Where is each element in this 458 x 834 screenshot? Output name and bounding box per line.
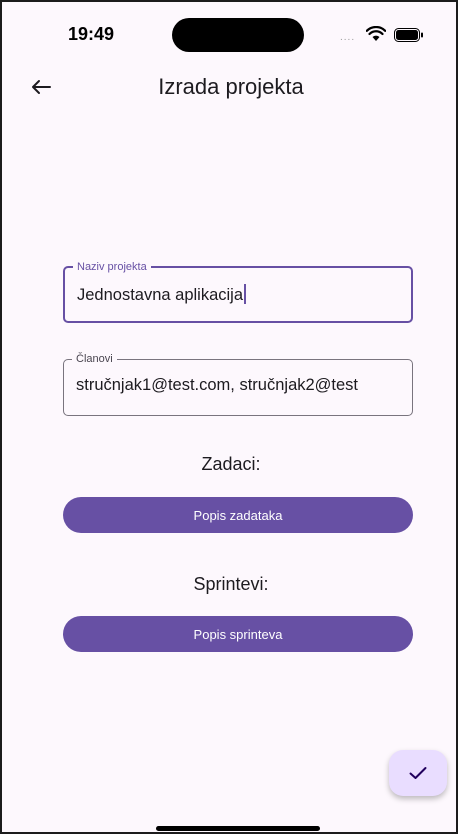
project-name-label: Naziv projekta [73, 260, 151, 274]
members-field[interactable]: Članovi stručnjak1@test.com, stručnjak2@… [63, 352, 413, 416]
status-time: 19:49 [68, 24, 115, 44]
confirm-fab[interactable] [389, 750, 447, 796]
project-name-field[interactable]: Naziv projekta Jednostavna aplikacija [63, 260, 413, 323]
text-cursor [244, 284, 247, 304]
tasks-heading: Zadaci: [201, 454, 261, 474]
page-title: Izrada projekta [158, 74, 304, 99]
sprint-list-button[interactable]: Popis sprinteva [63, 616, 413, 652]
sprint-list-button-label: Popis sprinteva [193, 626, 283, 642]
home-indicator[interactable] [156, 826, 320, 831]
sprints-heading: Sprintevi: [193, 574, 269, 594]
dynamic-island [172, 18, 304, 52]
cell-signal-icon: .... [340, 32, 356, 43]
check-icon [409, 767, 427, 779]
task-list-button-label: Popis zadataka [193, 507, 283, 523]
project-name-value: Jednostavna aplikacija [77, 286, 244, 304]
wifi-icon [366, 26, 386, 41]
members-input[interactable]: stručnjak1@test.com, stručnjak2@test [76, 376, 404, 395]
members-label: Članovi [72, 352, 117, 366]
phone-screen: 19:49 .... Izrada projekta Naziv projekt… [0, 0, 458, 834]
project-name-input[interactable]: Jednostavna aplikacija [77, 284, 403, 305]
battery-icon [394, 28, 423, 42]
task-list-button[interactable]: Popis zadataka [63, 497, 413, 533]
